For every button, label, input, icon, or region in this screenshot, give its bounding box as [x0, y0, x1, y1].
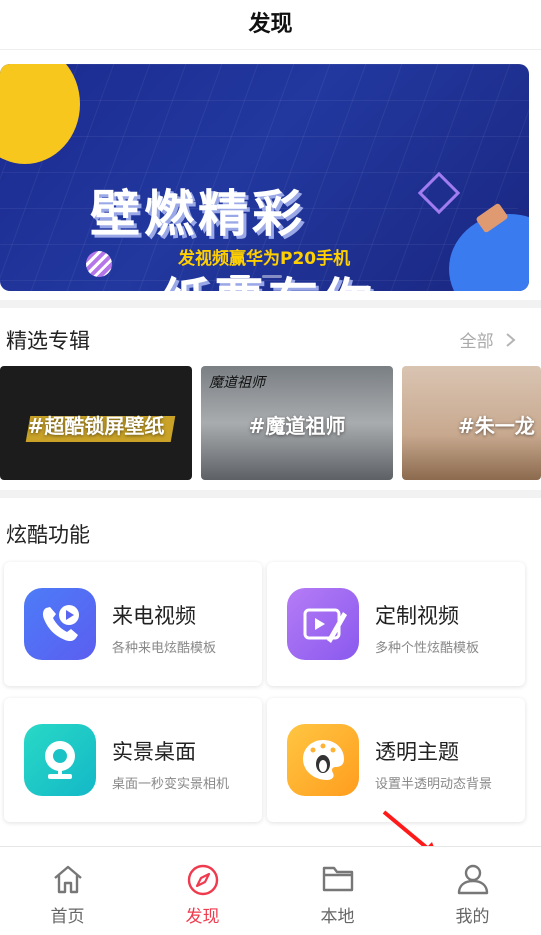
- promo-banner[interactable]: 壁燃精彩 发视频赢华为P20手机 纸要有你: [0, 64, 529, 291]
- tab-discover[interactable]: 发现: [135, 847, 270, 935]
- feature-desc: 各种来电炫酷模板: [112, 641, 217, 656]
- webcam-icon: [24, 724, 96, 796]
- section-divider: [0, 300, 541, 308]
- page-title: 发现: [248, 12, 293, 37]
- album-logo-text: 魔道祖师: [209, 375, 265, 391]
- folder-icon: [322, 866, 353, 892]
- tab-label: 我的: [455, 907, 490, 927]
- phone-play-icon: [24, 588, 96, 660]
- feature-name: 透明主题: [375, 740, 459, 764]
- album-label: #魔道祖师: [248, 414, 346, 438]
- feature-desc: 设置半透明动态背景: [375, 777, 493, 792]
- album-card[interactable]: 魔道祖师 #魔道祖师: [201, 366, 393, 480]
- feature-desc: 桌面一秒变实景相机: [112, 777, 230, 792]
- albums-more-label: 全部: [459, 332, 494, 352]
- albums-more-link[interactable]: 全部: [460, 327, 517, 352]
- features-section-title: 炫酷功能: [6, 523, 90, 547]
- feature-card-custom-video[interactable]: 定制视频 多种个性炫酷模板: [267, 562, 525, 686]
- album-card[interactable]: #朱一龙: [402, 366, 541, 480]
- banner-striped-circle: [86, 251, 112, 277]
- tab-local[interactable]: 本地: [270, 847, 405, 935]
- album-label: #超酷锁屏壁纸: [27, 414, 165, 438]
- banner-headline-top: 壁燃精彩: [90, 185, 306, 243]
- feature-card-live-desktop[interactable]: 实景桌面 桌面一秒变实景相机: [4, 698, 262, 822]
- album-label: #朱一龙: [458, 414, 535, 438]
- tab-me[interactable]: 我的: [405, 847, 540, 935]
- penguin-palette-icon: [287, 724, 359, 796]
- tab-home[interactable]: 首页: [0, 847, 135, 935]
- chevron-right-icon: [499, 332, 517, 352]
- home-icon: [53, 865, 82, 894]
- banner-indicator-active[interactable]: [230, 275, 250, 278]
- feature-name: 来电视频: [112, 604, 196, 628]
- pencil-video-icon: [287, 588, 359, 660]
- tab-label: 发现: [185, 907, 220, 927]
- banner-indicator[interactable]: [262, 275, 282, 278]
- feature-card-transparent-theme[interactable]: 透明主题 设置半透明动态背景: [267, 698, 525, 822]
- feature-name: 实景桌面: [112, 740, 196, 764]
- album-card[interactable]: #超酷锁屏壁纸: [0, 366, 192, 480]
- feature-card-call-video[interactable]: 来电视频 各种来电炫酷模板: [4, 562, 262, 686]
- albums-section-title: 精选专辑: [6, 329, 90, 353]
- section-divider: [0, 490, 541, 498]
- tab-label: 首页: [50, 907, 85, 927]
- top-bar: 发现: [0, 0, 541, 50]
- feature-desc: 多种个性炫酷模板: [375, 641, 480, 656]
- bottom-tab-bar: 首页 发现 本地 我的: [0, 846, 541, 935]
- compass-icon: [187, 864, 218, 896]
- user-icon: [457, 864, 488, 895]
- tab-label: 本地: [320, 907, 355, 927]
- feature-name: 定制视频: [375, 604, 459, 628]
